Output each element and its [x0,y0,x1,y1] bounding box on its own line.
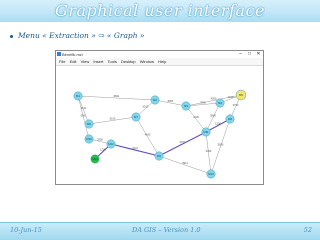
edge-label: 5911 [182,161,188,165]
node-label: M2 [153,98,157,102]
node-label: M1 [76,94,80,98]
edge-label: 4100 [228,95,234,99]
edge-label: 4600 [145,133,151,137]
graph-edge [205,131,212,175]
minimize-button[interactable]: – [236,51,245,58]
menu-tools[interactable]: Tools [107,58,116,65]
close-button[interactable]: ✕ [254,51,263,58]
graph-edge [77,95,90,125]
menu-bar: File Edit View Insert Tools Desktop Wind… [56,58,263,66]
edge-label: 8063 [168,99,174,103]
edge-label: 4300 [206,149,212,153]
bullet-icon [10,34,13,38]
menu-insert[interactable]: Insert [93,58,103,65]
graph-edge [77,95,90,140]
edge-label: 5100 [110,117,116,121]
menu-edit[interactable]: Edit [70,58,77,65]
node-label: M6 [87,122,91,126]
graph-edge [185,105,207,133]
footer-title: DA GIS – Version 1.0 [132,226,201,234]
page-number: 52 [303,226,312,234]
bullet-line: Menu « Extraction » ⇨ « Graph » [10,31,145,40]
edge-label: 3700 [233,103,239,107]
menu-desktop[interactable]: Desktop [121,58,136,65]
graph-edge [158,155,212,175]
edge-label: 7000 [200,101,206,105]
graph-edge [135,116,160,157]
edge-label: 1200 [215,122,221,126]
window-title: Bénéfik.mzi [62,52,83,57]
edge-label: 5500 [218,143,224,147]
node-label: M11 [203,130,209,134]
app-window: Bénéfik.mzi – □ ✕ File Edit View Insert … [55,50,264,185]
menu-view[interactable]: View [81,58,90,65]
maximize-button[interactable]: □ [245,51,254,58]
node-label: M13 [92,157,98,161]
edge-label: 4100 [193,115,199,119]
path-edge [110,143,160,157]
slide-title: Graphical user interface [55,1,265,20]
node-label: M8 [228,117,232,121]
node-label: M10 [86,137,92,141]
edge-label: 1200 [100,148,106,152]
edge-label: 6163 [143,105,149,109]
node-label: M9 [157,154,161,158]
node-label: M14 [208,172,214,176]
node-label: M5 [239,93,243,97]
edge-label: 2900 [97,138,103,142]
node-label: M4 [218,101,222,105]
bullet-text: Menu « Extraction » ⇨ « Graph » [18,31,145,40]
edge-label: 4000 [211,97,217,101]
graph-canvas[interactable]: 6841500131628063616340007000410038003700… [56,66,263,184]
menu-file[interactable]: File [59,58,65,65]
menu-help[interactable]: Help [158,58,166,65]
edge-label: 2231 [132,146,138,150]
edge-label: 6071 [180,140,186,144]
app-icon [57,52,61,56]
edge-label: 3162 [81,106,87,110]
slide: Graphical user interface Menu « Extracti… [0,0,320,240]
node-label: M12 [108,142,114,146]
path-edge [158,131,207,157]
edge-label: 3800 [210,114,216,118]
menu-window[interactable]: Window [140,58,154,65]
footer-date: 10-Jun-15 [10,226,42,234]
edge-label: 6841 [114,94,120,98]
node-label: M7 [134,115,138,119]
node-label: M3 [184,104,188,108]
